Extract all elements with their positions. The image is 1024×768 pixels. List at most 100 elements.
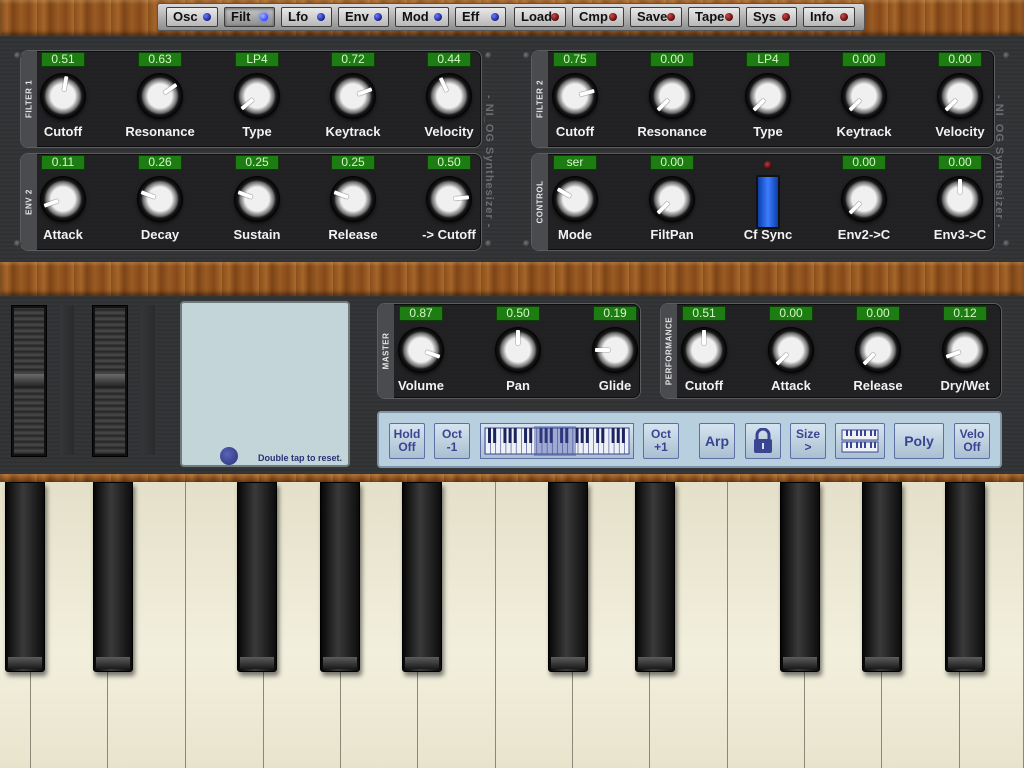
black-key[interactable] xyxy=(237,482,277,672)
octave-down-button[interactable]: Oct -1 xyxy=(434,423,470,459)
filtpan-knob[interactable] xyxy=(649,176,695,222)
control-label: Decay xyxy=(140,227,180,242)
nav-tab-osc[interactable]: Osc xyxy=(166,7,218,27)
lock-icon xyxy=(754,428,772,453)
velocity-knob[interactable] xyxy=(937,73,983,119)
pan-knob[interactable] xyxy=(495,327,541,373)
nav-tab-cmp[interactable]: Cmp xyxy=(572,7,624,27)
nav-tab-load[interactable]: Load xyxy=(514,7,566,27)
black-key[interactable] xyxy=(320,482,360,672)
octave-up-button[interactable]: Oct +1 xyxy=(643,423,679,459)
cutoff-knob[interactable] xyxy=(552,73,598,119)
decay-knob[interactable] xyxy=(137,176,183,222)
pitch-wheel[interactable] xyxy=(11,305,47,457)
control-label: Type xyxy=(242,124,272,139)
middle-wood-strip xyxy=(0,262,1024,296)
env2-c-knob[interactable] xyxy=(841,176,887,222)
nav-tab-save[interactable]: Save xyxy=(630,7,682,27)
cutoff-knob[interactable] xyxy=(426,176,472,222)
release-knob[interactable] xyxy=(855,327,901,373)
black-key[interactable] xyxy=(93,482,133,672)
dry-wet-knob[interactable] xyxy=(942,327,988,373)
value-display: 0.51 xyxy=(682,306,726,321)
env3-c-knob[interactable] xyxy=(937,176,983,222)
mod-wheel[interactable] xyxy=(92,305,128,457)
keytrack-knob[interactable] xyxy=(330,73,376,119)
type-knob[interactable] xyxy=(234,73,280,119)
black-key[interactable] xyxy=(780,482,820,672)
knob-pointer xyxy=(425,349,441,359)
keyboard-range-overview[interactable] xyxy=(480,423,634,459)
pitch-wheel-drum[interactable] xyxy=(14,308,44,454)
release-knob[interactable] xyxy=(330,176,376,222)
nav-tab-label: Info xyxy=(810,9,834,24)
poly-button-label: Poly xyxy=(904,432,934,449)
sustain-knob[interactable] xyxy=(234,176,280,222)
mini-black-key xyxy=(580,428,584,443)
black-key[interactable] xyxy=(402,482,442,672)
mini-white-key-divider xyxy=(521,428,522,454)
status-led xyxy=(491,13,499,21)
glide-knob[interactable] xyxy=(592,327,638,373)
type-knob[interactable] xyxy=(745,73,791,119)
octave-down-line2: -1 xyxy=(446,440,458,454)
wheel-center-band xyxy=(95,374,125,388)
xy-pad-cursor[interactable] xyxy=(220,447,238,465)
mini-white-key-divider xyxy=(608,428,610,454)
mode-knob[interactable] xyxy=(552,176,598,222)
nav-tab-info[interactable]: Info xyxy=(803,7,855,27)
nav-tab-mod[interactable]: Mod xyxy=(395,7,449,27)
xy-pad[interactable]: Double tap to reset. xyxy=(180,301,350,467)
volume-knob[interactable] xyxy=(398,327,444,373)
nav-tab-label: Filt xyxy=(231,9,251,24)
hold-button[interactable]: Hold Off xyxy=(389,423,425,459)
black-key[interactable] xyxy=(945,482,985,672)
black-key[interactable] xyxy=(862,482,902,672)
nav-tab-eff[interactable]: Eff xyxy=(455,7,506,27)
black-key[interactable] xyxy=(548,482,588,672)
value-display: 0.00 xyxy=(650,155,694,170)
nav-tab-sys[interactable]: Sys xyxy=(746,7,797,27)
value-display: 0.44 xyxy=(427,52,471,67)
nav-tab-env[interactable]: Env xyxy=(338,7,389,27)
nav-tab-filt[interactable]: Filt xyxy=(224,7,275,27)
resonance-knob[interactable] xyxy=(137,73,183,119)
mini-black-key xyxy=(513,428,517,443)
nav-tab-tape[interactable]: Tape xyxy=(688,7,740,27)
control-label: Env2->C xyxy=(837,227,891,242)
arp-button[interactable]: Arp xyxy=(699,423,735,459)
env2-decay-control: 0.26 Decay xyxy=(112,153,208,249)
status-led xyxy=(203,13,211,21)
attack-knob[interactable] xyxy=(40,176,86,222)
velocity-button[interactable]: Velo Off xyxy=(954,423,990,459)
lock-button[interactable] xyxy=(745,423,781,459)
value-display: 0.26 xyxy=(138,155,182,170)
size-button[interactable]: Size > xyxy=(790,423,826,459)
filter2-keytrack-control: 0.00 Keytrack xyxy=(816,50,912,146)
cf-sync-toggle[interactable] xyxy=(756,175,780,229)
keyboard-layout-button[interactable] xyxy=(835,423,885,459)
nav-tab-label: Cmp xyxy=(579,9,608,24)
black-key[interactable] xyxy=(635,482,675,672)
cutoff-knob[interactable] xyxy=(40,73,86,119)
value-display: 0.00 xyxy=(856,306,900,321)
keytrack-knob[interactable] xyxy=(841,73,887,119)
black-key[interactable] xyxy=(5,482,45,672)
control-label: Release xyxy=(328,227,378,242)
control-label: Attack xyxy=(43,227,83,242)
value-display: 0.00 xyxy=(842,52,886,67)
nav-tab-lfo[interactable]: Lfo xyxy=(281,7,332,27)
control-label: -> Cutoff xyxy=(422,227,476,242)
resonance-knob[interactable] xyxy=(649,73,695,119)
mod-wheel-drum[interactable] xyxy=(95,308,125,454)
poly-button[interactable]: Poly xyxy=(894,423,944,459)
cutoff-knob[interactable] xyxy=(681,327,727,373)
status-led xyxy=(551,13,559,21)
status-led xyxy=(840,13,848,21)
velocity-knob[interactable] xyxy=(426,73,472,119)
page-nav-bar: Osc Filt Lfo Env Mod Eff Load Cmp Save Tape Sys Inf… xyxy=(157,3,865,31)
knob-pointer xyxy=(595,348,610,352)
attack-knob[interactable] xyxy=(768,327,814,373)
mini-black-key xyxy=(585,428,589,443)
mini-black-key xyxy=(508,428,512,443)
